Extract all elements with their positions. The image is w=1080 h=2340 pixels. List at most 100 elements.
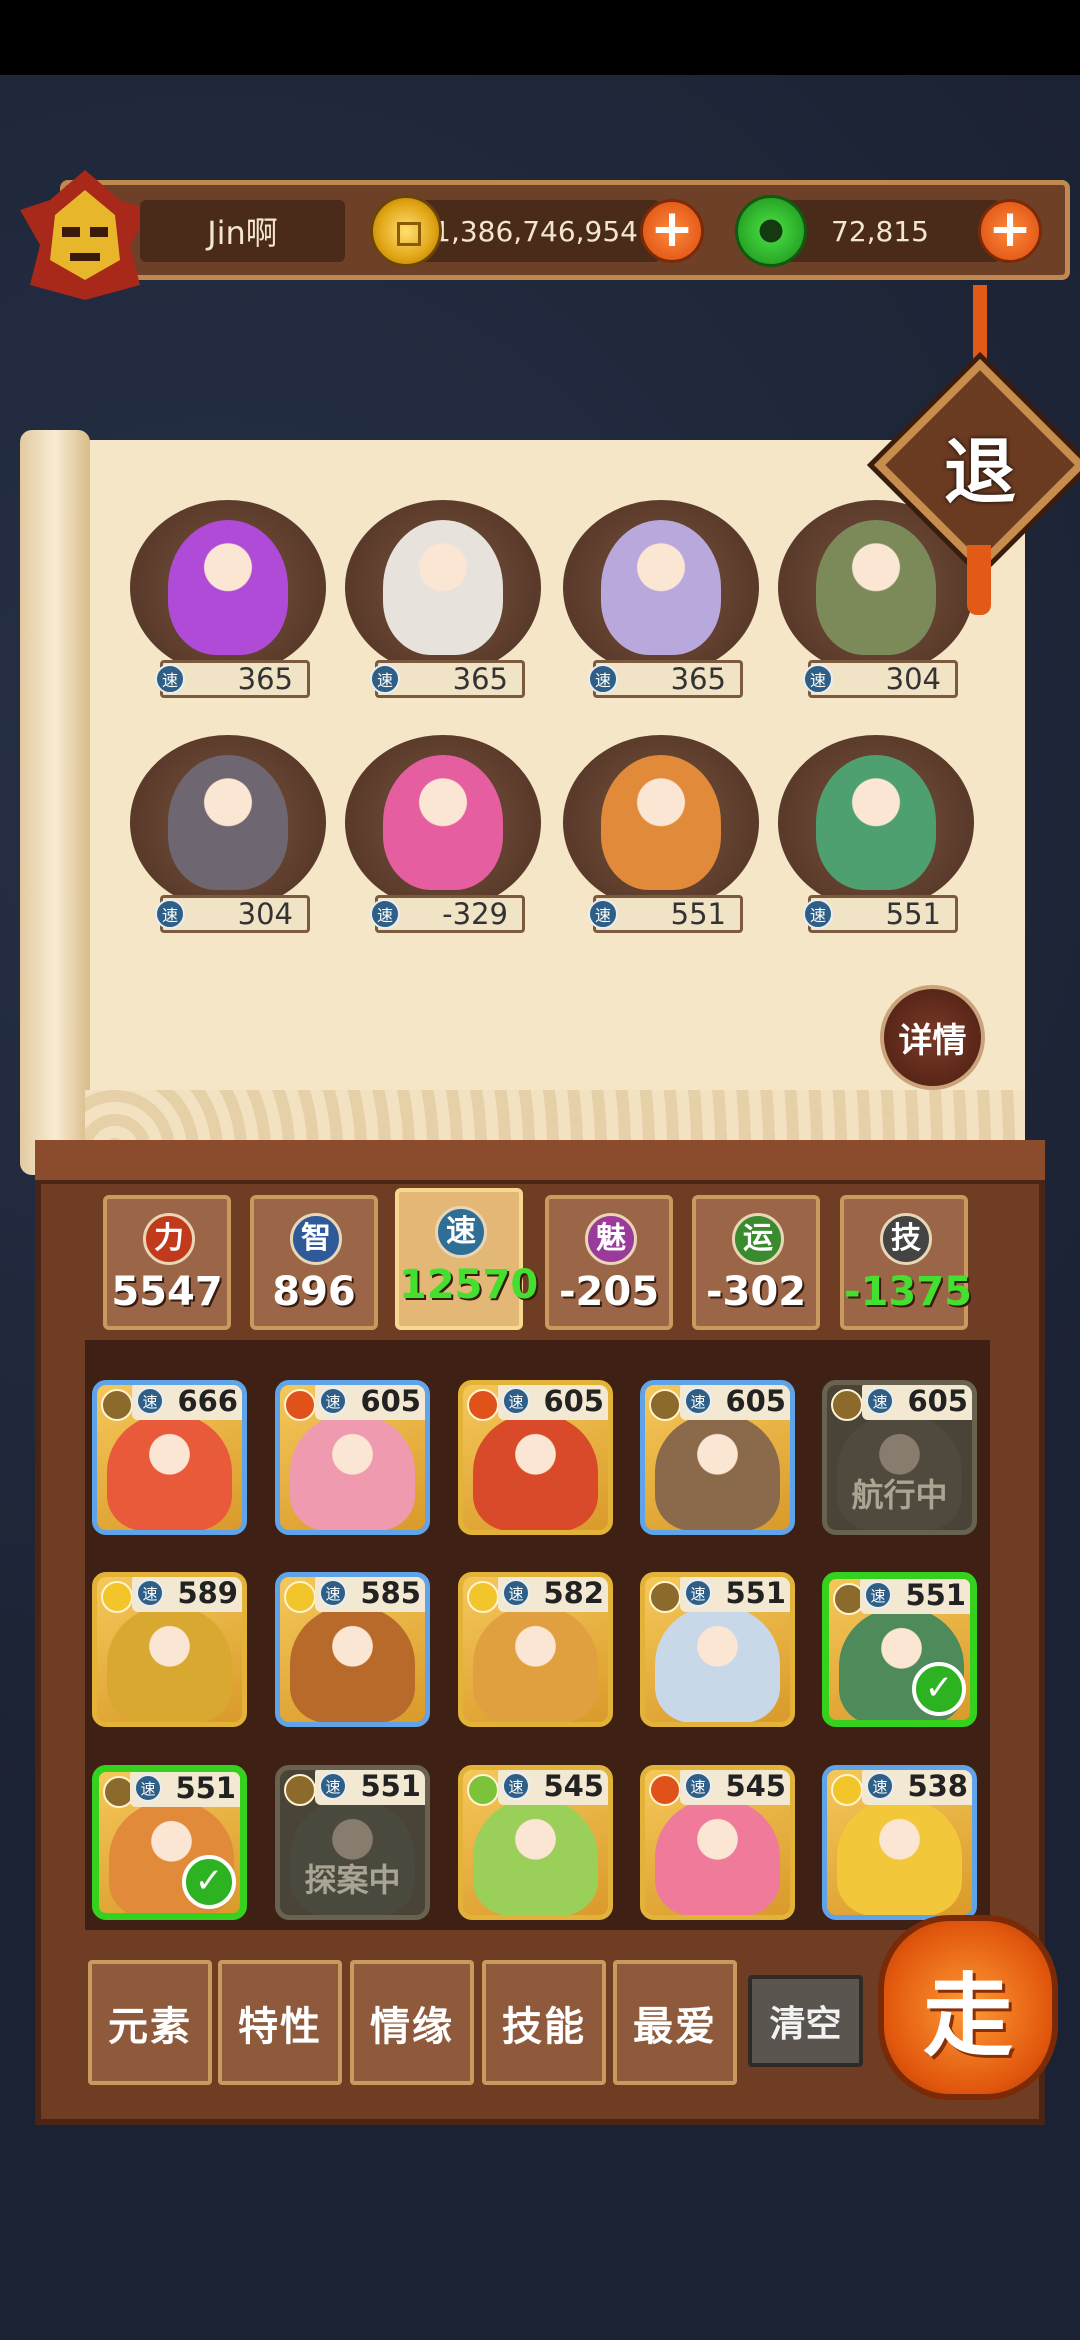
sun-element-icon — [284, 1581, 316, 1613]
hero-card[interactable]: 速 605 — [458, 1380, 613, 1535]
speed-icon: 速 — [866, 1772, 894, 1800]
stat-icon: 力 — [143, 1213, 195, 1265]
filter-button[interactable]: 最爱 — [613, 1960, 737, 2085]
speed-badge: 速 538 — [862, 1769, 972, 1805]
hero-portrait — [473, 1413, 598, 1530]
team-hero-portrait — [383, 520, 503, 655]
speed-badge: 速 605 — [498, 1385, 608, 1420]
speed-icon: 速 — [155, 664, 185, 694]
fire-element-icon — [649, 1774, 681, 1806]
hero-card[interactable]: 速 538 — [822, 1765, 977, 1920]
hero-card[interactable]: 速 545 — [458, 1765, 613, 1920]
stat-tab[interactable]: 力 5547 — [103, 1195, 231, 1330]
hero-card[interactable]: 速 551 — [640, 1572, 795, 1727]
stat-icon: 技 — [880, 1213, 932, 1265]
hero-portrait — [290, 1605, 415, 1722]
stat-tab[interactable]: 速 12570 — [395, 1188, 539, 1330]
speed-badge: 速 551 — [130, 1772, 240, 1807]
speed-value: 538 — [907, 1769, 968, 1803]
panel-rail — [35, 1140, 1045, 1184]
details-button[interactable]: 详情 — [880, 985, 985, 1090]
speed-icon: 速 — [684, 1579, 712, 1607]
stat-value: -205 — [558, 1269, 660, 1315]
hero-card[interactable]: 速 589 — [92, 1572, 247, 1727]
player-avatar[interactable] — [10, 165, 160, 305]
speed-badge: 速 304 — [155, 895, 310, 933]
go-button[interactable]: 走 — [878, 1915, 1058, 2100]
speed-value: 545 — [543, 1769, 604, 1803]
speed-badge: 速 304 — [803, 660, 958, 698]
hero-portrait — [837, 1798, 962, 1915]
stat-tab[interactable]: 技 -1375 — [840, 1195, 972, 1330]
speed-value: 365 — [237, 662, 293, 696]
speed-value: 551 — [360, 1769, 421, 1803]
speed-badge: 速 589 — [132, 1577, 242, 1612]
hero-card[interactable]: 速 551 ✓ — [822, 1572, 977, 1727]
coin-icon — [370, 195, 442, 267]
speed-icon: 速 — [864, 1581, 892, 1609]
speed-value: 304 — [237, 897, 293, 931]
stat-icon: 魅 — [585, 1213, 637, 1265]
speed-icon: 速 — [588, 664, 618, 694]
speed-icon: 速 — [502, 1387, 530, 1415]
filter-button[interactable]: 特性 — [218, 1960, 342, 2085]
stat-tab[interactable]: 智 896 — [250, 1195, 378, 1330]
hero-card[interactable]: 速 545 — [640, 1765, 795, 1920]
hero-card[interactable]: 速 605 航行中 — [822, 1380, 977, 1535]
hero-card[interactable]: 速 605 — [275, 1380, 430, 1535]
hero-card[interactable]: 速 666 — [92, 1380, 247, 1535]
speed-badge: 速 605 — [862, 1385, 972, 1420]
speed-badge: 速 551 — [680, 1576, 790, 1612]
filter-button[interactable]: 情缘 — [350, 1960, 474, 2085]
hero-card[interactable]: 速 585 — [275, 1572, 430, 1727]
stat-icon: 运 — [732, 1213, 784, 1265]
hero-portrait — [655, 1798, 780, 1915]
clear-button[interactable]: 清空 — [748, 1975, 863, 2067]
earth-element-icon — [649, 1389, 681, 1421]
hero-card[interactable]: 速 582 — [458, 1572, 613, 1727]
hero-card[interactable]: 速 605 — [640, 1380, 795, 1535]
hero-portrait — [655, 1413, 780, 1530]
team-hero-portrait — [816, 755, 936, 890]
speed-badge: 速 365 — [588, 660, 743, 698]
speed-badge: 速 365 — [155, 660, 310, 698]
hero-portrait — [473, 1798, 598, 1915]
scroll-roll — [20, 430, 90, 1175]
speed-value: 605 — [360, 1384, 421, 1418]
stat-value: 12570 — [399, 1262, 539, 1308]
team-hero-portrait — [168, 755, 288, 890]
speed-value: 551 — [885, 897, 941, 931]
team-slot[interactable]: 速 551 — [778, 735, 974, 945]
speed-value: 551 — [670, 897, 726, 931]
stat-tab[interactable]: 运 -302 — [692, 1195, 820, 1330]
add-gems-button[interactable]: + — [978, 199, 1042, 263]
team-slot[interactable]: 速 365 — [130, 500, 326, 710]
speed-badge: 速 585 — [315, 1577, 425, 1612]
filter-button[interactable]: 技能 — [482, 1960, 606, 2085]
speed-icon: 速 — [370, 664, 400, 694]
filter-button[interactable]: 元素 — [88, 1960, 212, 2085]
speed-icon: 速 — [136, 1579, 164, 1607]
speed-icon: 速 — [803, 664, 833, 694]
team-slot[interactable]: 速 304 — [130, 735, 326, 945]
hero-card[interactable]: 速 551 ✓ — [92, 1765, 247, 1920]
earth-element-icon — [101, 1389, 133, 1421]
speed-value: 551 — [725, 1576, 786, 1610]
speed-icon: 速 — [803, 899, 833, 929]
selected-check-icon: ✓ — [912, 1662, 966, 1716]
speed-value: 304 — [885, 662, 941, 696]
team-slot[interactable]: 速 551 — [563, 735, 759, 945]
hero-card[interactable]: 速 551 探案中 — [275, 1765, 430, 1920]
speed-icon: 速 — [684, 1387, 712, 1415]
speed-icon: 速 — [136, 1387, 164, 1415]
speed-icon: 速 — [588, 899, 618, 929]
stat-tab[interactable]: 魅 -205 — [545, 1195, 673, 1330]
team-hero-portrait — [168, 520, 288, 655]
team-slot[interactable]: 速 -329 — [345, 735, 541, 945]
speed-badge: 速 551 — [315, 1769, 425, 1805]
team-slot[interactable]: 速 365 — [563, 500, 759, 710]
player-name: Jin啊 — [140, 200, 345, 262]
hero-portrait — [473, 1605, 598, 1722]
team-slot[interactable]: 速 365 — [345, 500, 541, 710]
add-coins-button[interactable]: + — [640, 199, 704, 263]
